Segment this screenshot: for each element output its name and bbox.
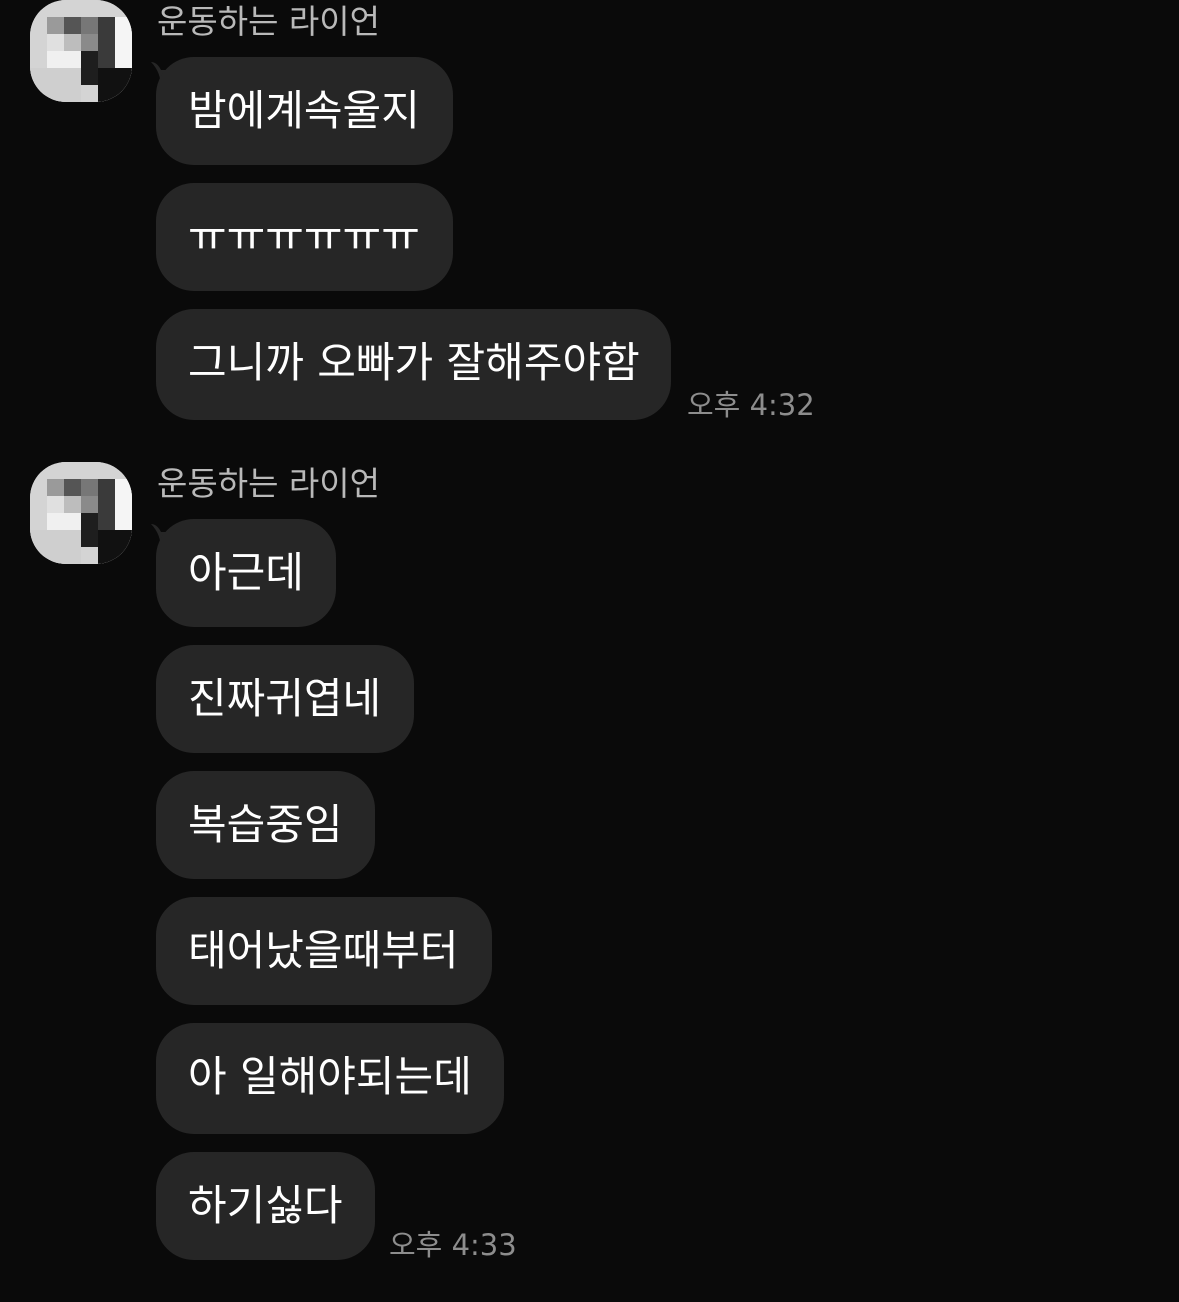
message-bubble[interactable]: 아근데 (156, 519, 336, 627)
blurred-avatar-icon (30, 462, 132, 564)
message-bubble[interactable]: 복습중임 (156, 771, 375, 879)
message-bubble[interactable]: 아 일해야되는데 (156, 1023, 504, 1134)
sender-avatar[interactable] (30, 0, 132, 102)
sender-avatar[interactable] (30, 462, 132, 564)
message-timestamp: 오후 4:33 (389, 1228, 517, 1262)
blurred-avatar-icon (30, 0, 132, 102)
message-bubble[interactable]: ㅠㅠㅠㅠㅠㅠ (156, 183, 453, 291)
sender-name: 운동하는 라이언 (157, 2, 381, 41)
message-bubble[interactable]: 밤에계속울지 (156, 57, 453, 165)
message-bubble[interactable]: 하기싫다 (156, 1152, 375, 1260)
message-bubble[interactable]: 진짜귀엽네 (156, 645, 414, 753)
message-bubble[interactable]: 그니까 오빠가 잘해주야함 (156, 309, 671, 420)
sender-name: 운동하는 라이언 (157, 464, 381, 503)
message-timestamp: 오후 4:32 (687, 388, 815, 422)
message-bubble[interactable]: 태어났을때부터 (156, 897, 492, 1005)
